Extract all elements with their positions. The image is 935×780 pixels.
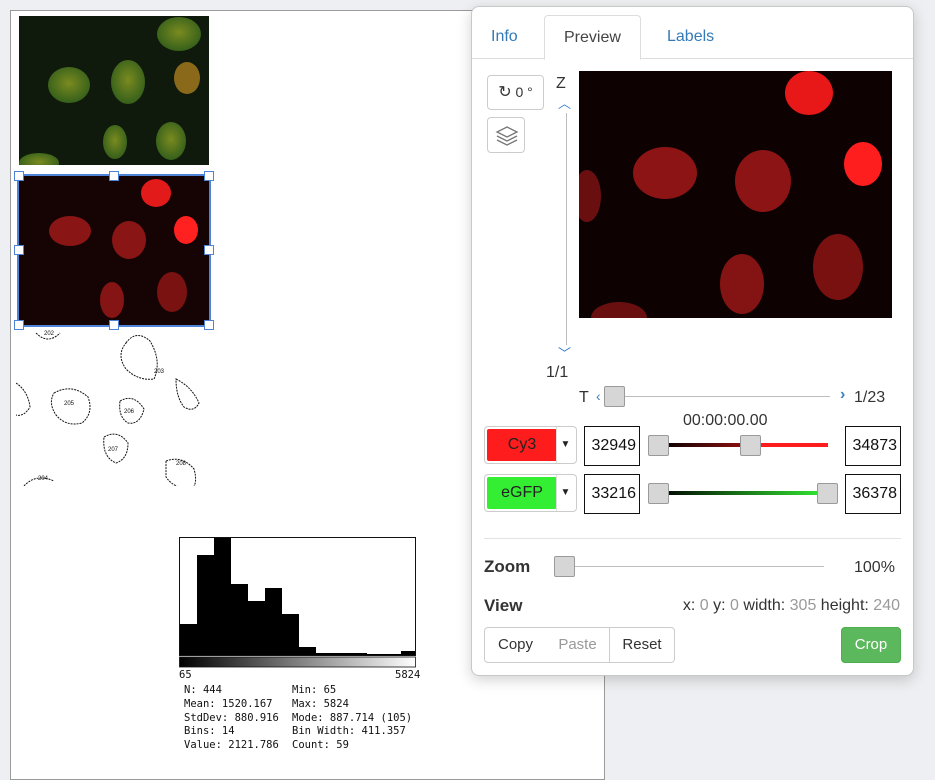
cy3-range-slider <box>658 443 828 447</box>
roi-label: 207 <box>108 447 119 453</box>
histogram-panel[interactable]: 65 5824 N: 444 Mean: 1520.167 StdDev: 88… <box>179 537 429 767</box>
copy-button[interactable]: Copy <box>484 627 547 663</box>
stat-bins: Bins: 14 <box>184 725 235 738</box>
rotate-icon: ↻ <box>498 84 512 101</box>
timestamp: 00:00:00.00 <box>683 412 768 429</box>
cy3-max-thumb[interactable] <box>740 435 761 456</box>
rotate-button[interactable]: ↻ 0 ° <box>487 75 544 110</box>
paste-button[interactable]: Paste <box>546 627 610 663</box>
channel-egfp-button[interactable]: eGFP ▼ <box>484 474 577 512</box>
roi-label: 202 <box>44 331 55 337</box>
z-slider-track[interactable] <box>566 113 567 345</box>
tab-info[interactable]: Info <box>472 15 537 60</box>
t-label: T <box>579 389 589 406</box>
zoom-slider-thumb[interactable] <box>554 556 575 577</box>
t-prev-arrow-icon[interactable]: ‹ <box>596 388 601 404</box>
stat-mean: Mean: 1520.167 <box>184 697 273 710</box>
preview-popover: Info Preview Labels ↻ 0 ° Z ︿ ﹀ 1/1 T ‹ … <box>471 6 914 676</box>
stat-mode: Mode: 887.714 (105) <box>292 711 413 724</box>
resize-handle-nw[interactable] <box>14 171 24 181</box>
resize-handle-ne[interactable] <box>204 171 214 181</box>
resize-handle-e[interactable] <box>204 245 214 255</box>
roi-label: 205 <box>64 401 75 407</box>
t-slider-track[interactable] <box>606 396 830 397</box>
histogram-chart <box>179 537 416 668</box>
egfp-range-slider <box>658 491 828 495</box>
view-width-label: width: <box>743 597 786 614</box>
tab-preview[interactable]: Preview <box>544 15 641 60</box>
roi-label: 206 <box>124 409 135 415</box>
z-value: 1/1 <box>546 364 569 381</box>
zoom-slider-track[interactable] <box>564 566 824 567</box>
t-next-arrow-icon[interactable]: › <box>840 386 845 404</box>
z-down-arrow-icon[interactable]: ﹀ <box>558 343 571 362</box>
rotation-value: 0 ° <box>515 84 533 100</box>
reset-button[interactable]: Reset <box>609 627 675 663</box>
cy3-max-input[interactable]: 34873 <box>845 426 901 466</box>
roi-label: 208 <box>176 461 187 467</box>
resize-handle-n[interactable] <box>109 171 119 181</box>
tab-bar: Info Preview Labels <box>472 7 913 60</box>
egfp-max-input[interactable]: 36378 <box>845 474 901 514</box>
histogram-min-tick: 65 <box>179 669 192 681</box>
tab-labels[interactable]: Labels <box>648 15 733 60</box>
image-panel-cy3[interactable] <box>17 174 211 327</box>
view-readout: x: 0 y: 0 width: 305 height: 240 <box>683 597 900 615</box>
z-label: Z <box>556 75 566 92</box>
t-value: 1/23 <box>854 389 886 406</box>
stat-stddev: StdDev: 880.916 <box>184 711 279 724</box>
view-width-value: 305 <box>789 597 817 614</box>
z-up-arrow-icon[interactable]: ︿ <box>558 93 571 112</box>
histogram-max-tick: 5824 <box>395 669 421 681</box>
chevron-down-icon[interactable]: ▼ <box>556 427 574 463</box>
roi-outline-panel[interactable]: 202 203 205 206 207 208 204 <box>15 331 211 490</box>
crop-button[interactable]: Crop <box>841 627 901 663</box>
roi-label: 204 <box>38 476 49 482</box>
cy3-min-input[interactable]: 32949 <box>584 426 640 466</box>
egfp-min-input[interactable]: 33216 <box>584 474 640 514</box>
preview-image[interactable] <box>579 71 892 318</box>
zoom-label: Zoom <box>484 557 531 576</box>
stat-max: Max: 5824 <box>292 697 349 710</box>
divider <box>484 538 901 539</box>
resize-handle-se[interactable] <box>204 320 214 330</box>
egfp-max-thumb[interactable] <box>817 483 838 504</box>
view-height-label: height: <box>820 597 869 614</box>
view-x-label: x: <box>682 597 696 614</box>
resize-handle-w[interactable] <box>14 245 24 255</box>
channel-cy3-button[interactable]: Cy3 ▼ <box>484 426 577 464</box>
zoom-value: 100% <box>854 559 895 576</box>
stat-value: Value: 2121.786 <box>184 739 279 752</box>
view-x-value: 0 <box>699 597 709 614</box>
chevron-down-icon[interactable]: ▼ <box>556 475 574 511</box>
stat-n: N: 444 <box>184 684 222 696</box>
layers-button[interactable] <box>487 117 525 153</box>
view-y-label: y: <box>713 597 726 614</box>
layers-icon <box>495 126 519 146</box>
stat-count: Count: 59 <box>292 739 349 752</box>
cy3-min-thumb[interactable] <box>648 435 669 456</box>
resize-handle-s[interactable] <box>109 320 119 330</box>
view-y-value: 0 <box>730 597 739 614</box>
channel-egfp-label: eGFP <box>487 477 557 509</box>
egfp-min-thumb[interactable] <box>648 483 669 504</box>
image-panel-merged[interactable] <box>19 16 209 165</box>
channel-cy3-label: Cy3 <box>487 429 557 461</box>
stat-min: Min: 65 <box>292 684 337 696</box>
roi-label: 203 <box>154 369 165 375</box>
t-slider-thumb[interactable] <box>604 386 625 407</box>
view-height-value: 240 <box>873 597 900 614</box>
stat-bin-width: Bin Width: 411.357 <box>292 725 406 738</box>
resize-handle-sw[interactable] <box>14 320 24 330</box>
view-label: View <box>484 596 523 615</box>
